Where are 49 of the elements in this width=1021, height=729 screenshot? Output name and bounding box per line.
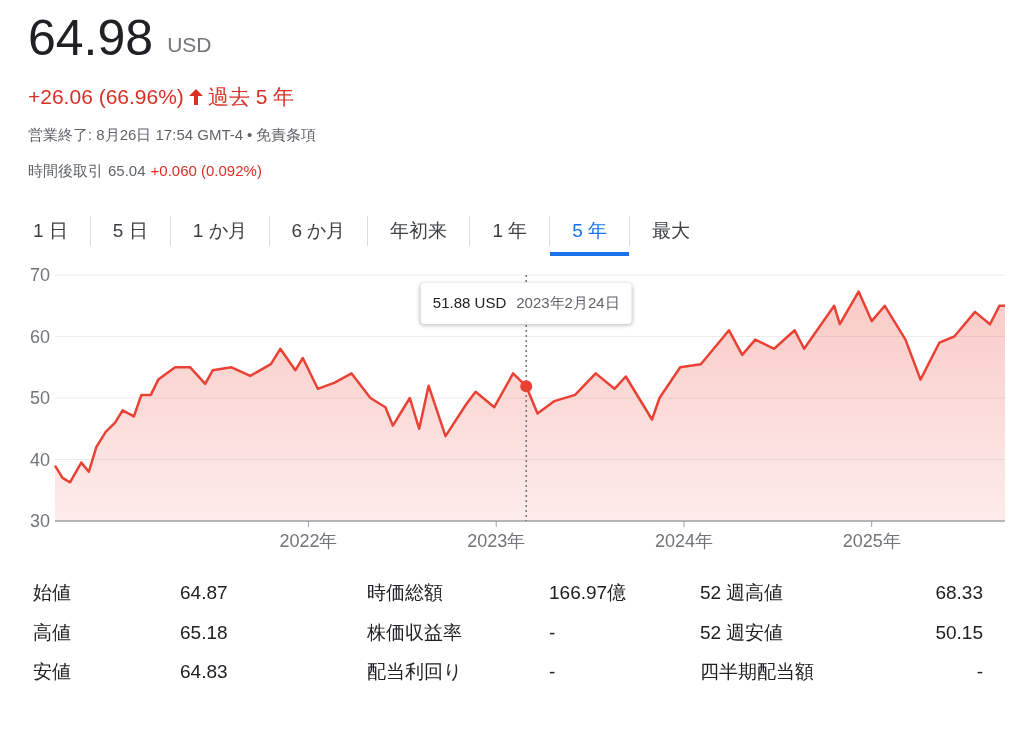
range-tab[interactable]: 5 年	[550, 206, 630, 256]
stat-value: 68.33	[935, 581, 983, 605]
stat-value: 166.97億	[549, 581, 627, 605]
stat-label: 52 週安値	[700, 620, 785, 645]
axis-label: 2024年	[654, 531, 713, 551]
disclaimer-link[interactable]: 免責条項	[256, 123, 317, 147]
stat-label: 高値	[33, 620, 72, 645]
currency-label: USD	[167, 31, 212, 58]
axis-label: 2022年	[279, 531, 338, 551]
range-tab[interactable]: 1 か月	[170, 206, 269, 256]
after-hours-label: 時間後取引	[28, 160, 103, 181]
range-tab[interactable]: 5 日	[90, 206, 170, 256]
axis-label: 50	[29, 388, 50, 408]
stat-value: 64.87	[180, 581, 228, 605]
stat-value: -	[549, 620, 556, 645]
stat-value: 50.15	[935, 620, 983, 645]
axis-label: 30	[29, 511, 50, 531]
period-label: 過去 5 年	[207, 84, 295, 111]
after-hours-change: +0.060 (0.092%)	[150, 160, 262, 181]
tooltip-date: 2023年2月24日	[516, 293, 620, 314]
range-tab[interactable]: 1 日	[11, 206, 90, 256]
market-status: 営業終了: 8月26日 17:54 GMT-4	[28, 124, 244, 145]
range-tab[interactable]: 最大	[630, 206, 713, 256]
up-arrow-icon	[187, 88, 204, 106]
stock-price: 64.98	[28, 10, 154, 66]
axis-label: 2025年	[842, 531, 901, 551]
tooltip-price: 51.88 USD	[432, 293, 507, 314]
price-change: +26.06 (66.96%)	[28, 84, 184, 111]
stat-value: 65.18	[180, 620, 228, 645]
stat-label: 四半期配当額	[700, 660, 815, 684]
stat-value: -	[976, 660, 983, 684]
stat-value: 64.83	[180, 660, 228, 684]
stat-label: 株価収益率	[367, 620, 463, 645]
axis-label: 70	[29, 265, 50, 285]
after-hours-price: 65.04	[108, 160, 146, 181]
range-tab[interactable]: 1 年	[470, 206, 550, 256]
stat-label: 時価総額	[367, 581, 444, 605]
axis-label: 60	[29, 326, 50, 347]
separator: •	[247, 124, 253, 145]
stat-value: -	[549, 660, 556, 684]
range-tab[interactable]: 6 か月	[269, 206, 368, 256]
axis-label: 40	[29, 449, 50, 470]
axis-label: 2023年	[467, 531, 526, 551]
data-point-marker	[520, 380, 533, 393]
stat-label: 始値	[33, 581, 72, 605]
stat-label: 52 週高値	[700, 581, 785, 605]
stat-label: 配当利回り	[367, 660, 463, 684]
stat-label: 安値	[33, 660, 72, 684]
range-tab[interactable]: 年初来	[368, 206, 470, 256]
